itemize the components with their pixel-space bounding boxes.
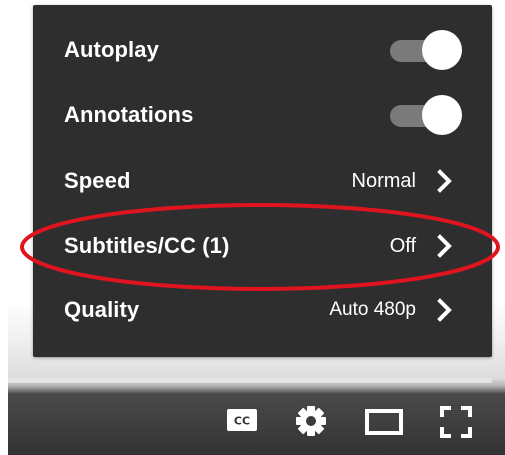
svg-text:CC: CC: [234, 415, 250, 428]
theater-mode-icon[interactable]: [364, 408, 404, 436]
menu-row-speed[interactable]: Speed Normal: [33, 149, 492, 213]
progress-bar[interactable]: [8, 378, 492, 383]
subtitles-value: Off: [389, 234, 416, 257]
autoplay-toggle[interactable]: [388, 30, 462, 70]
menu-row-quality[interactable]: Quality Auto 480p: [33, 278, 492, 342]
autoplay-label: Autoplay: [64, 37, 159, 62]
menu-row-subtitles[interactable]: Subtitles/CC (1) Off: [33, 214, 492, 278]
quality-value: Auto 480p: [329, 299, 416, 320]
subtitles-cc-icon[interactable]: CC: [226, 408, 258, 432]
settings-menu: Autoplay Annotations Speed Normal Subtit…: [33, 5, 492, 357]
annotations-label: Annotations: [64, 102, 194, 127]
annotations-toggle[interactable]: [388, 95, 462, 135]
fullscreen-icon[interactable]: [438, 404, 474, 440]
settings-gear-icon[interactable]: [294, 404, 328, 438]
quality-label: Quality: [64, 297, 140, 322]
annotations-toggle-knob: [422, 95, 462, 135]
chevron-right-icon: [437, 298, 452, 322]
menu-row-annotations[interactable]: Annotations: [33, 83, 492, 147]
speed-value: Normal: [351, 169, 416, 192]
speed-label: Speed: [64, 168, 131, 193]
chevron-right-icon: [437, 234, 452, 258]
subtitles-label: Subtitles/CC (1): [64, 233, 230, 258]
chevron-right-icon: [437, 169, 452, 193]
autoplay-toggle-knob: [422, 30, 462, 70]
player-controls-bar: CC: [8, 386, 505, 455]
menu-row-autoplay[interactable]: Autoplay: [33, 18, 492, 82]
